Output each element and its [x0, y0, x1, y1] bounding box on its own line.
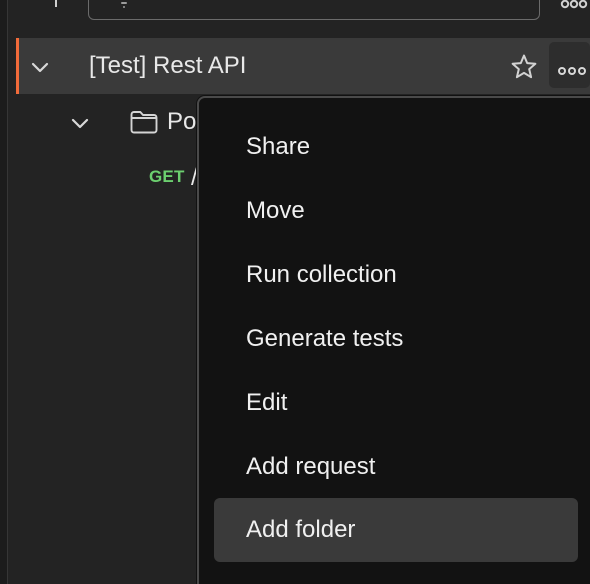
menu-item-edit[interactable]: Edit: [214, 371, 578, 435]
left-rail: [0, 0, 8, 584]
more-horizontal-icon: [558, 62, 586, 75]
chevron-down-icon[interactable]: [30, 57, 50, 77]
search-input[interactable]: [88, 0, 540, 20]
request-method-badge: GET: [149, 167, 185, 186]
menu-item-share[interactable]: Share: [214, 115, 578, 179]
plus-icon[interactable]: [48, 0, 64, 10]
menu-item-move[interactable]: Move: [214, 179, 578, 243]
menu-item-add-request[interactable]: Add request: [214, 435, 578, 499]
more-horizontal-icon[interactable]: [558, 0, 590, 12]
folder-name[interactable]: Po: [167, 107, 196, 137]
filter-icon[interactable]: [116, 0, 132, 12]
folder-icon: [129, 107, 159, 137]
chevron-down-icon[interactable]: [70, 113, 90, 133]
menu-item-generate-tests[interactable]: Generate tests: [214, 307, 578, 371]
collection-more-button[interactable]: [549, 42, 590, 88]
star-icon[interactable]: [509, 52, 539, 82]
menu-item-run-collection[interactable]: Run collection: [214, 243, 578, 307]
menu-item-add-folder[interactable]: Add folder: [214, 498, 578, 562]
api-client-sidebar: [Test] Rest API Po GET / Share Move Run …: [0, 0, 590, 584]
collection-name[interactable]: [Test] Rest API: [89, 51, 246, 81]
